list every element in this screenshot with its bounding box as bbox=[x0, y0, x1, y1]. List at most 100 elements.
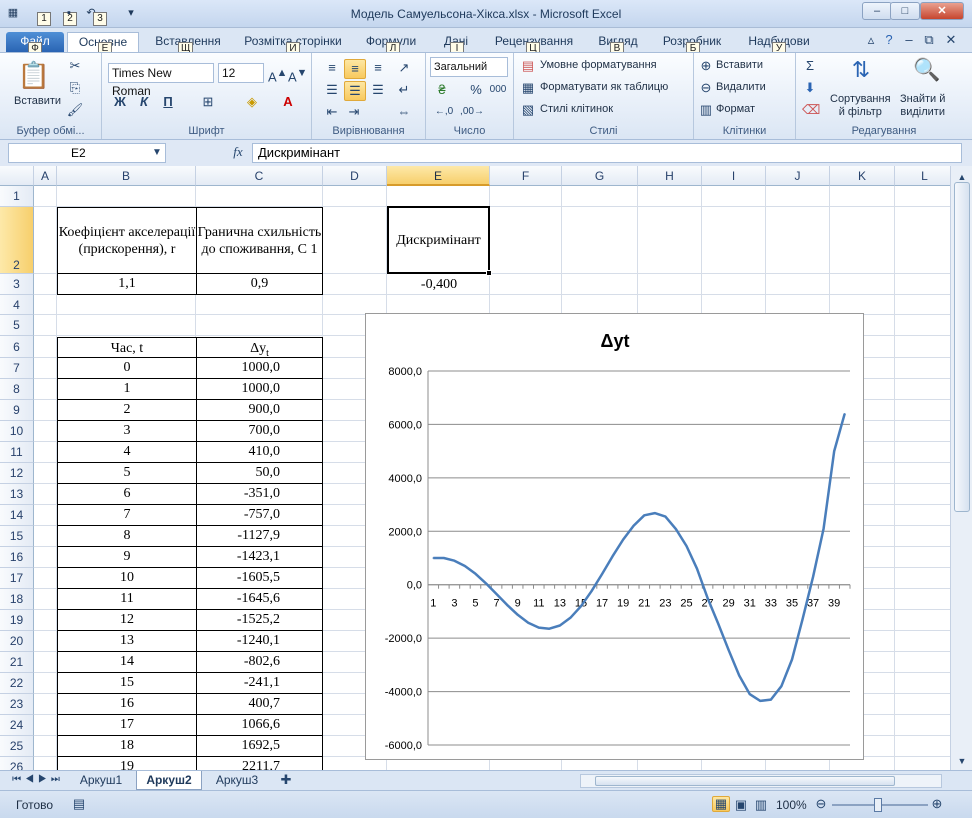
worksheet-grid[interactable]: ABCDEFGHIJKL 1 2 3 4 5 6 7 8 9 10 11 12 13 14 15 16 17 18… bbox=[0, 166, 950, 770]
thousands-button[interactable]: 000 bbox=[486, 81, 510, 99]
decrease-indent-icon[interactable]: ⇤ bbox=[322, 103, 342, 121]
column-header-a[interactable]: A bbox=[34, 166, 57, 186]
dy-cell[interactable]: 50,0 bbox=[196, 462, 323, 484]
dy-cell[interactable]: -1525,2 bbox=[196, 609, 323, 631]
time-cell[interactable]: 17 bbox=[57, 714, 197, 736]
time-cell[interactable]: 5 bbox=[57, 462, 197, 484]
insert-function-button[interactable]: fx bbox=[228, 143, 248, 161]
merge-center-icon[interactable]: ⇔ bbox=[392, 103, 416, 121]
sheet-tab-3[interactable]: Аркуш3 bbox=[206, 771, 268, 790]
page-break-view-icon[interactable]: ▥ bbox=[752, 796, 770, 814]
c-value-cell[interactable]: 0,9 bbox=[196, 273, 323, 295]
autosum-button[interactable]: Σ bbox=[802, 57, 818, 75]
row-header-8[interactable]: 8 bbox=[0, 379, 34, 400]
column-header-h[interactable]: H bbox=[638, 166, 702, 186]
time-cell[interactable]: 4 bbox=[57, 441, 197, 463]
column-header-l[interactable]: L bbox=[895, 166, 950, 186]
dy-cell[interactable]: -1423,1 bbox=[196, 546, 323, 568]
row-header-1[interactable]: 1 bbox=[0, 186, 34, 207]
dy-cell[interactable]: 1066,6 bbox=[196, 714, 323, 736]
dy-cell[interactable]: -1605,5 bbox=[196, 567, 323, 589]
discriminant-value-cell[interactable]: -0,400 bbox=[388, 275, 490, 295]
insert-cells-button[interactable]: Вставити bbox=[716, 59, 763, 71]
time-cell[interactable]: 18 bbox=[57, 735, 197, 757]
font-size-select[interactable]: 12 bbox=[218, 63, 264, 83]
align-center-icon[interactable]: ☰ bbox=[344, 81, 366, 101]
decrease-decimal-icon[interactable]: ,00→ bbox=[460, 103, 484, 121]
dy-header-cell[interactable]: Δyt bbox=[196, 337, 323, 359]
italic-button[interactable]: К bbox=[134, 93, 154, 111]
dy-cell[interactable]: -1645,6 bbox=[196, 588, 323, 610]
fill-color-icon[interactable]: ◈ bbox=[242, 93, 262, 111]
sheet-nav-icons[interactable]: ⏮◀▶⏭ bbox=[10, 771, 66, 789]
grow-font-icon[interactable]: A▲ bbox=[268, 64, 287, 86]
dy-cell[interactable]: 1000,0 bbox=[196, 378, 323, 400]
maximize-button[interactable]: □ bbox=[890, 2, 920, 20]
conditional-format-icon[interactable]: ▤ bbox=[520, 57, 536, 75]
row-header-6[interactable]: 6 bbox=[0, 336, 34, 358]
time-cell[interactable]: 12 bbox=[57, 609, 197, 631]
time-cell[interactable]: 10 bbox=[57, 567, 197, 589]
find-select-button[interactable]: Знайти й виділити bbox=[900, 93, 945, 119]
c-header-cell[interactable]: Гранична схильність до споживання, C 1 bbox=[196, 207, 323, 274]
dy-cell[interactable]: -757,0 bbox=[196, 504, 323, 526]
row-header-24[interactable]: 24 bbox=[0, 715, 34, 736]
time-cell[interactable]: 16 bbox=[57, 693, 197, 715]
format-painter-icon[interactable]: 🖌 bbox=[66, 101, 84, 119]
vertical-scrollbar[interactable]: ▲ ▼ bbox=[950, 166, 972, 770]
row-header-10[interactable]: 10 bbox=[0, 421, 34, 442]
row-header-26[interactable]: 26 bbox=[0, 757, 34, 770]
zoom-level[interactable]: 100% bbox=[776, 798, 807, 812]
name-box[interactable]: E2 bbox=[8, 143, 166, 163]
name-box-dropdown-icon[interactable]: ▼ bbox=[150, 144, 164, 162]
column-header-b[interactable]: B bbox=[57, 166, 196, 186]
format-as-table-icon[interactable]: ▦ bbox=[520, 79, 536, 97]
time-cell[interactable]: 6 bbox=[57, 483, 197, 505]
line-chart[interactable]: Δyt 8000,0 6000,0 4000,0 2000,0 0,0 -2000,0 -40… bbox=[365, 313, 864, 760]
row-header-15[interactable]: 15 bbox=[0, 526, 34, 547]
time-cell[interactable]: 15 bbox=[57, 672, 197, 694]
macro-record-icon[interactable]: ▤ bbox=[70, 795, 88, 813]
help-icon[interactable]: ? bbox=[880, 31, 898, 49]
time-cell[interactable]: 1 bbox=[57, 378, 197, 400]
increase-indent-icon[interactable]: ⇥ bbox=[344, 103, 364, 121]
font-name-select[interactable]: Times New Roman bbox=[108, 63, 214, 98]
dy-cell[interactable]: -1240,1 bbox=[196, 630, 323, 652]
copy-icon[interactable]: ⎘ bbox=[66, 79, 84, 97]
underline-button[interactable]: П bbox=[158, 93, 178, 111]
row-header-9[interactable]: 9 bbox=[0, 400, 34, 421]
time-cell[interactable]: 8 bbox=[57, 525, 197, 547]
number-format-select[interactable]: Загальний bbox=[430, 57, 508, 77]
find-select-icon[interactable]: 🔍 bbox=[912, 55, 942, 85]
column-header-e[interactable]: E bbox=[387, 166, 490, 186]
paste-button[interactable]: Вставити bbox=[14, 95, 61, 107]
page-layout-view-icon[interactable]: ▣ bbox=[732, 796, 750, 814]
scroll-down-icon[interactable]: ▼ bbox=[954, 752, 970, 770]
row-header-16[interactable]: 16 bbox=[0, 547, 34, 568]
minimize-button[interactable]: – bbox=[862, 2, 892, 20]
row-header-14[interactable]: 14 bbox=[0, 505, 34, 526]
delete-cells-button[interactable]: Видалити bbox=[716, 81, 766, 93]
zoom-in-icon[interactable]: ⊕ bbox=[928, 795, 946, 813]
row-header-25[interactable]: 25 bbox=[0, 736, 34, 757]
format-cells-icon[interactable]: ▥ bbox=[698, 101, 714, 119]
time-cell[interactable]: 9 bbox=[57, 546, 197, 568]
time-cell[interactable]: 2 bbox=[57, 399, 197, 421]
column-header-g[interactable]: G bbox=[562, 166, 638, 186]
cut-icon[interactable]: ✂ bbox=[66, 57, 84, 75]
dy-cell[interactable]: -802,6 bbox=[196, 651, 323, 673]
ribbon-minimize-icon[interactable]: ▵ bbox=[862, 31, 880, 49]
zoom-out-icon[interactable]: ⊖ bbox=[812, 795, 830, 813]
select-all-corner[interactable] bbox=[0, 166, 34, 186]
conditional-format-button[interactable]: Умовне форматування bbox=[540, 59, 657, 71]
currency-icon[interactable]: ₴ bbox=[432, 81, 452, 99]
column-header-f[interactable]: F bbox=[490, 166, 562, 186]
sort-filter-button[interactable]: Сортування й фільтр bbox=[830, 93, 891, 119]
align-middle-icon[interactable]: ≡ bbox=[344, 59, 366, 79]
normal-view-icon[interactable]: ▦ bbox=[712, 796, 730, 812]
column-header-k[interactable]: K bbox=[830, 166, 895, 186]
dy-cell[interactable]: 400,7 bbox=[196, 693, 323, 715]
dy-cell[interactable]: -351,0 bbox=[196, 483, 323, 505]
row-header-12[interactable]: 12 bbox=[0, 463, 34, 484]
format-cells-button[interactable]: Формат bbox=[716, 103, 755, 115]
